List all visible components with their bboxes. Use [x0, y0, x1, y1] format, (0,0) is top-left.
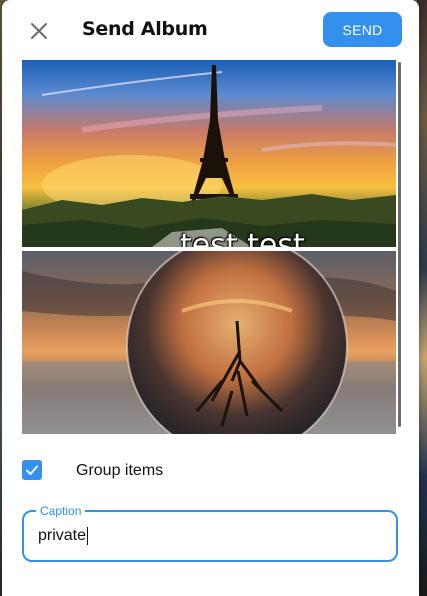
caption-input[interactable]: private — [38, 527, 378, 545]
group-items-checkbox[interactable] — [22, 460, 42, 480]
send-button[interactable]: SEND — [323, 12, 402, 47]
send-album-dialog: Send Album SEND test test Group items Ca… — [2, 0, 419, 596]
close-button[interactable] — [26, 18, 52, 44]
caption-label: Caption — [36, 505, 86, 517]
eiffel-tower-image — [22, 65, 396, 247]
album-photo-crystal-ball[interactable] — [22, 251, 396, 434]
caption-value: private — [38, 527, 87, 545]
dialog-title: Send Album — [82, 18, 208, 40]
close-icon — [31, 23, 47, 39]
group-items-label: Group items — [76, 462, 164, 479]
caption-field[interactable]: Caption private — [22, 505, 398, 562]
album-preview: test test — [22, 60, 396, 434]
check-icon — [26, 465, 38, 475]
crystal-ball-image — [22, 251, 396, 434]
album-scrollbar[interactable] — [398, 62, 401, 427]
text-caret — [87, 527, 89, 545]
photo-overlay-text: test test — [180, 228, 305, 247]
album-photo-eiffel[interactable]: test test — [22, 60, 396, 247]
